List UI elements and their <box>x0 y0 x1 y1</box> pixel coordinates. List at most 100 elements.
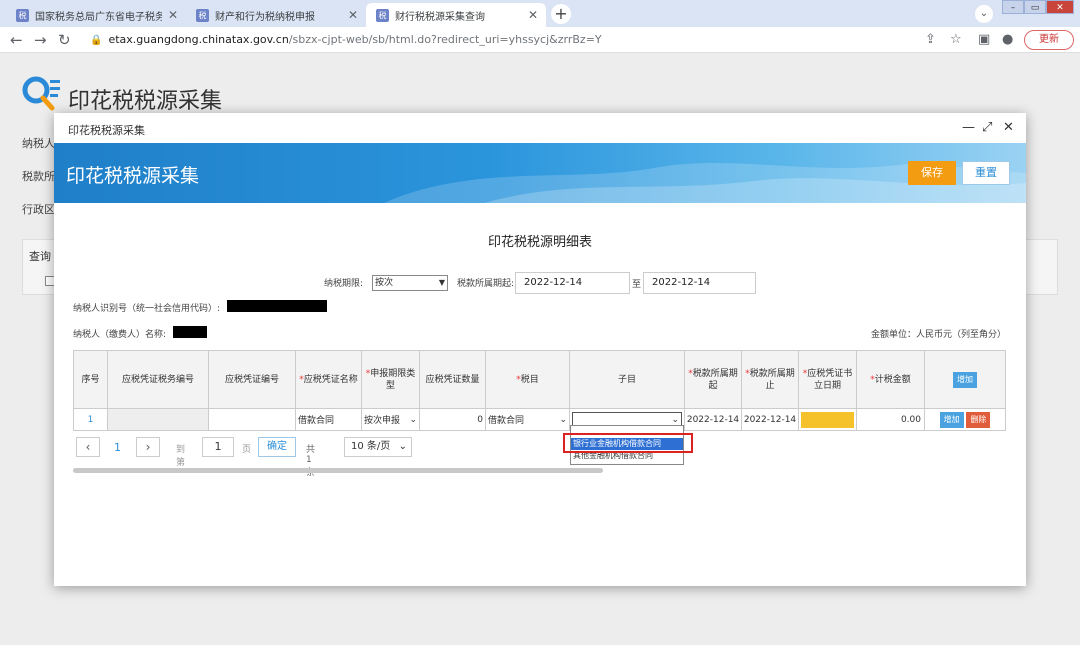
tab-search-chevron-icon[interactable]: ⌄ <box>975 5 993 23</box>
taxpayer-name-label: 纳税人（缴费人）名称: <box>73 330 167 340</box>
browser-tab-3[interactable]: 税 财行税税源采集查询 ✕ <box>366 3 546 27</box>
sidebar-icon[interactable]: ▣ <box>978 32 990 47</box>
period-end-input[interactable]: 2022-12-14 <box>643 272 756 294</box>
update-button[interactable]: 更新 <box>1024 30 1074 50</box>
tax-item-cell[interactable]: 借款合同 ⌄ <box>485 408 570 431</box>
modal-title: 印花税税源采集 <box>68 124 145 137</box>
horizontal-scrollbar[interactable] <box>73 468 603 473</box>
source-collection-modal: 印花税税源采集 — ⤢ ✕ 印花税税源采集 保存 重置 印花税税源明细表 纳税期… <box>54 113 1026 586</box>
url-field[interactable]: 🔒 etax.guangdong.chinatax.gov.cn/sbzx-cjp… <box>90 33 602 46</box>
profile-icon[interactable]: ● <box>1002 32 1013 47</box>
amount-cell[interactable]: 0.00 <box>856 408 925 431</box>
page-size-value: 10 条/页 <box>351 441 391 452</box>
bg-label-period: 税款所 <box>22 170 55 183</box>
col-header: *计税金额 <box>856 350 925 409</box>
row-actions: 增加 删除 <box>924 408 1006 431</box>
col-header-actions: 增加 <box>924 350 1006 409</box>
table-row: 1 借款合同 按次申报 ⌄ 0 借款合同 ⌄ ⌄ 2022-12-14 2022-1… <box>73 408 1006 431</box>
browser-tab-1[interactable]: 税 国家税务总局广东省电子税务局 ✕ <box>6 3 186 27</box>
voucher-no-cell[interactable] <box>208 408 296 431</box>
current-page[interactable]: 1 <box>114 441 121 454</box>
share-icon[interactable]: ⇪ <box>925 32 936 47</box>
url-host: etax.guangdong.chinatax.gov.cn <box>108 33 289 46</box>
maximize-icon[interactable]: ▭ <box>1024 0 1046 14</box>
lock-icon: 🔒 <box>90 35 103 46</box>
sign-date-cell[interactable] <box>798 408 857 431</box>
minimize-icon[interactable]: – <box>1002 0 1024 14</box>
next-page-icon[interactable]: › <box>136 437 160 457</box>
site-favicon-icon: 税 <box>376 8 389 22</box>
col-header: *税款所属期止 <box>741 350 799 409</box>
chevron-down-icon: ⌄ <box>559 414 567 425</box>
period-start-input[interactable]: 2022-12-14 <box>515 272 630 294</box>
end-date-cell[interactable]: 2022-12-14 <box>741 408 799 431</box>
row-index: 1 <box>73 408 108 431</box>
col-header: 序号 <box>73 350 108 409</box>
modal-close-icon[interactable]: ✕ <box>1003 120 1014 135</box>
voucher-name-cell[interactable]: 借款合同 <box>295 408 362 431</box>
col-header: *应税凭证名称 <box>295 350 362 409</box>
chevron-down-icon: ⌄ <box>671 414 679 425</box>
tab-close-icon[interactable]: ✕ <box>528 8 538 22</box>
page-size-select[interactable]: 10 条/页 ⌄ <box>344 437 412 457</box>
quantity-cell[interactable]: 0 <box>419 408 486 431</box>
browser-tab-2[interactable]: 税 财产和行为税纳税申报 ✕ <box>186 3 366 27</box>
period-type-label: 纳税期限: <box>324 279 364 289</box>
to-label: 至 <box>632 280 642 290</box>
forward-arrow-icon[interactable]: → <box>34 31 47 49</box>
new-tab-plus-icon[interactable]: + <box>551 4 571 24</box>
page-unit-label: 页 <box>242 445 252 455</box>
goto-page-input[interactable]: 1 <box>202 437 234 457</box>
col-header: *税目 <box>485 350 570 409</box>
taxpayer-id-redacted <box>227 300 327 312</box>
query-label: 查询 <box>29 250 51 263</box>
window-close-icon[interactable]: ✕ <box>1046 0 1074 14</box>
goto-label: 到第 <box>176 445 186 468</box>
period-label: 税款所属期起: <box>457 279 515 289</box>
prev-page-icon[interactable]: ‹ <box>76 437 100 457</box>
highlight-box <box>563 433 693 453</box>
back-arrow-icon[interactable]: ← <box>10 31 23 49</box>
address-bar: ← → ↻ 🔒 etax.guangdong.chinatax.gov.cn/sb… <box>0 27 1080 53</box>
bg-label-taxpayer: 纳税人 <box>22 137 55 150</box>
modal-banner: 印花税税源采集 保存 重置 <box>54 143 1026 203</box>
bookmark-star-icon[interactable]: ☆ <box>950 32 962 47</box>
tab-close-icon[interactable]: ✕ <box>348 8 358 22</box>
reload-icon[interactable]: ↻ <box>58 31 71 49</box>
row-add-button[interactable]: 增加 <box>939 411 964 428</box>
col-header: *应税凭证书立日期 <box>798 350 857 409</box>
banner-title: 印花税税源采集 <box>66 165 200 187</box>
period-type-cell[interactable]: 按次申报 ⌄ <box>361 408 420 431</box>
period-type-select[interactable]: 按次 ▼ <box>372 275 448 291</box>
taxpayer-name-redacted <box>173 326 207 338</box>
start-date-cell[interactable]: 2022-12-14 <box>684 408 742 431</box>
url-path: /sbzx-cjpt-web/sb/html.do?redirect_uri=y… <box>288 33 602 46</box>
col-header: *申报期限类型 <box>361 350 420 409</box>
tab-title: 财行税税源采集查询 <box>395 11 485 23</box>
tab-title: 国家税务总局广东省电子税务局 <box>35 11 162 23</box>
chevron-down-icon: ⌄ <box>409 414 417 425</box>
bg-label-region: 行政区 <box>22 203 55 216</box>
col-header: *税款所属期起 <box>684 350 742 409</box>
form-title: 印花税税源明细表 <box>487 235 592 250</box>
tab-close-icon[interactable]: ✕ <box>168 8 178 22</box>
taxpayer-id-label: 纳税人识别号（统一社会信用代码）: <box>73 304 221 314</box>
row-delete-button[interactable]: 删除 <box>966 411 991 428</box>
chevron-down-icon: ⌄ <box>398 441 407 452</box>
banner-wave-decoration <box>384 163 1026 203</box>
save-button[interactable]: 保存 <box>908 161 956 185</box>
modal-maximize-icon[interactable]: ⤢ <box>982 120 992 135</box>
sign-date-input[interactable] <box>801 411 854 428</box>
tax-search-logo-icon <box>22 76 60 111</box>
period-type-value: 按次 <box>375 278 394 288</box>
voucher-tax-no-cell[interactable] <box>107 408 209 431</box>
reset-button[interactable]: 重置 <box>962 161 1010 185</box>
source-detail-table: 序号 应税凭证税务编号 应税凭证编号 *应税凭证名称 *申报期限类型 应税凭证数… <box>73 350 1006 431</box>
modal-minimize-icon[interactable]: — <box>962 120 975 135</box>
site-favicon-icon: 税 <box>16 8 29 22</box>
unit-label: 金额单位：人民币元（列至角分） <box>871 330 1007 340</box>
modal-titlebar: 印花税税源采集 — ⤢ ✕ <box>54 113 1026 143</box>
window-controls: – ▭ ✕ <box>1002 0 1074 14</box>
add-row-button[interactable]: 增加 <box>953 371 977 388</box>
confirm-button[interactable]: 确定 <box>258 437 296 457</box>
